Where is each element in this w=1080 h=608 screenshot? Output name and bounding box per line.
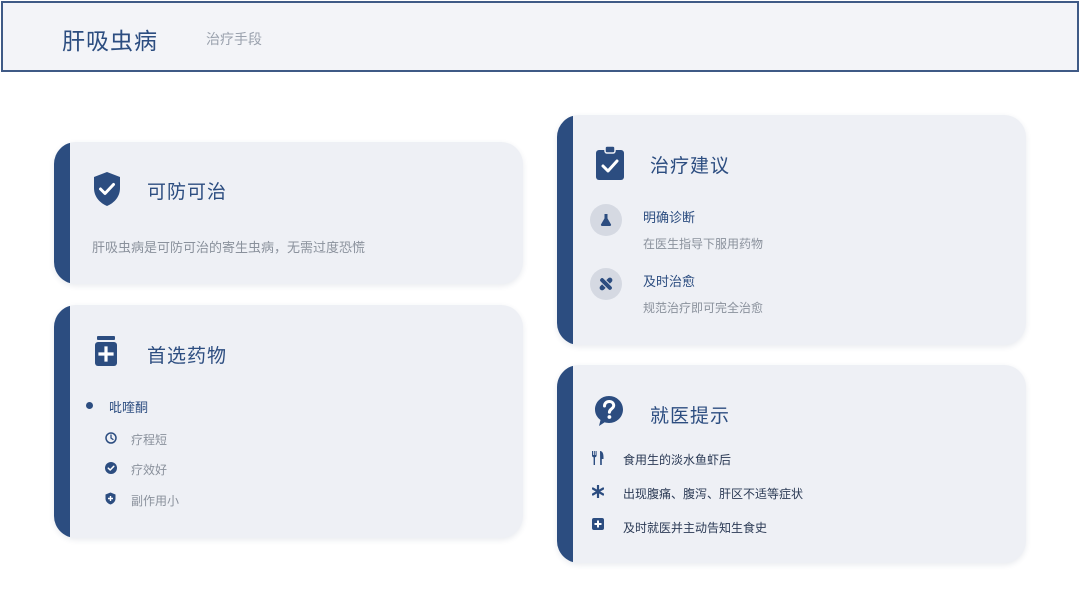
card-preventable: 可防可治 肝吸虫病是可防可治的寄生虫病，无需过度恐慌 [54,142,523,284]
drug-name: 吡喹酮 [109,401,149,416]
card-accent-bar [54,142,70,284]
medical-plus-icon [592,518,604,530]
question-circle-icon [595,396,623,426]
shield-plus-icon [105,492,116,505]
drug-benefit: 疗程短 [131,433,168,447]
card-title: 治疗建议 [650,155,731,177]
card-accent-bar [557,115,573,345]
tip-item: 食用生的淡水鱼虾后 [623,453,732,467]
flask-icon [600,214,612,226]
medicine-bottle-icon [95,336,117,366]
clock-icon [105,432,117,444]
card-title: 首选药物 [147,345,228,367]
page-title: 肝吸虫病 [62,29,158,55]
card-accent-bar [54,305,70,538]
page-subtitle: 治疗手段 [206,32,262,48]
utensils-icon [592,451,604,465]
advice-item-desc: 在医生指导下服用药物 [643,237,764,251]
bandage-icon [599,277,613,291]
bandage-icon-badge [590,268,622,300]
advice-item-title: 明确诊断 [643,211,696,226]
clipboard-check-icon [596,146,624,180]
tip-item: 出现腹痛、腹泻、肝区不适等症状 [623,487,804,501]
card-accent-bar [557,365,573,563]
drug-benefit: 副作用小 [131,494,180,508]
asterisk-icon [592,485,604,498]
card-body-text: 肝吸虫病是可防可治的寄生虫病，无需过度恐慌 [92,241,366,256]
advice-item-desc: 规范治疗即可完全治愈 [643,301,764,315]
check-circle-icon [105,462,117,474]
shield-check-icon [94,172,120,206]
card-medical-tips: 就医提示 食用生的淡水鱼虾后 出现腹痛、腹泻、肝区不适等症状 及时就医并主动告知… [557,365,1026,563]
card-treatment-advice: 治疗建议 明确诊断 在医生指导下服用药物 及时治愈 规范治疗即可完全治愈 [557,115,1026,345]
page-header: 肝吸虫病 治疗手段 [1,1,1079,72]
tip-item: 及时就医并主动告知生食史 [623,521,768,535]
bullet-dot-icon [86,402,93,409]
card-title: 可防可治 [147,181,228,203]
flask-icon-badge [590,204,622,236]
card-title: 就医提示 [650,405,731,427]
card-first-choice-drug: 首选药物 吡喹酮 疗程短 疗效好 副作用小 [54,305,523,538]
advice-item-title: 及时治愈 [643,275,696,290]
drug-benefit: 疗效好 [131,463,168,477]
